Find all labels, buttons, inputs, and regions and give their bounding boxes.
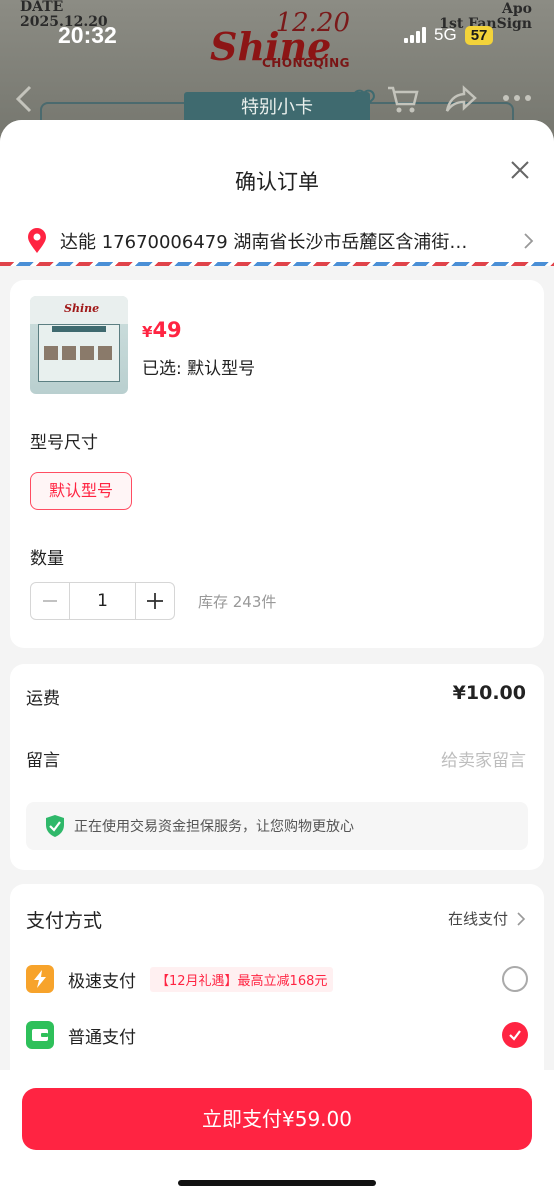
price-symbol: ¥	[142, 323, 153, 341]
order-details-card: 运费 ¥10.00 留言 给卖家留言 正在使用交易资金担保服务，让您购物更放心	[10, 664, 544, 870]
payment-option-express[interactable]: 极速支付 【12月礼遇】最高立减168元	[26, 962, 528, 996]
wallet-icon	[26, 1021, 54, 1049]
lightning-icon	[26, 965, 54, 993]
message-input[interactable]: 给卖家留言	[441, 746, 526, 771]
payment-method-selector[interactable]: 在线支付	[448, 908, 526, 929]
checkmark-icon	[509, 1030, 521, 1041]
sheet-title: 确认订单	[235, 170, 319, 194]
address-border-stripe	[0, 262, 554, 266]
chevron-right-icon	[524, 233, 534, 249]
status-indicators: 5G 57	[404, 25, 494, 45]
event-logo: 12.20 Shine CHONGQING	[210, 8, 350, 70]
payment-option-normal[interactable]: 普通支付	[26, 1018, 528, 1052]
payment-method-value: 在线支付	[447, 910, 508, 928]
bg-artist: Apo	[502, 1, 532, 17]
back-icon[interactable]	[14, 84, 34, 114]
quantity-value[interactable]: 1	[69, 583, 136, 619]
guarantee-notice: 正在使用交易资金担保服务，让您购物更放心	[26, 802, 528, 850]
cart-icon[interactable]	[386, 84, 420, 114]
shipping-fee-label: 运费	[26, 689, 60, 709]
product-card: Shine ¥49 已选: 默认型号 型号尺寸 默认型号 数量 1 库存 243…	[10, 280, 544, 648]
home-indicator[interactable]	[178, 1180, 376, 1186]
payment-title: 支付方式	[26, 910, 103, 932]
quantity-label: 数量	[30, 549, 64, 569]
pay-now-button[interactable]: 立即支付¥59.00	[22, 1088, 532, 1150]
close-icon[interactable]	[506, 156, 534, 184]
battery-indicator: 57	[464, 25, 494, 45]
status-time: 20:32	[58, 22, 117, 48]
increase-button[interactable]	[136, 583, 174, 619]
address-row[interactable]: 达能 17670006479 湖南省长沙市岳麓区含浦街…	[0, 220, 554, 262]
product-thumbnail[interactable]: Shine	[30, 296, 128, 394]
product-price: ¥49	[142, 318, 182, 342]
network-type: 5G	[434, 25, 457, 44]
signal-icon	[404, 27, 426, 43]
size-label: 型号尺寸	[30, 433, 98, 453]
payment-card: 支付方式 在线支付 极速支付 【12月礼遇】最高立减168元 普通支付	[10, 884, 544, 1094]
bg-date-label: DATE	[20, 0, 64, 15]
chevron-right-icon	[517, 911, 526, 926]
thumb-logo: Shine	[64, 302, 100, 315]
share-icon[interactable]	[444, 84, 478, 114]
guarantee-text: 正在使用交易资金担保服务，让您购物更放心	[74, 819, 354, 835]
payment-option-name: 极速支付	[68, 971, 136, 992]
sheet-header: 确认订单	[0, 120, 554, 230]
variant-option-default[interactable]: 默认型号	[30, 472, 132, 510]
radio-unselected[interactable]	[502, 966, 528, 992]
confirm-order-sheet: 确认订单 达能 17670006479 湖南省长沙市岳麓区含浦街… Shine …	[0, 120, 554, 1200]
logo-city: CHONGQING	[262, 56, 351, 70]
payment-option-name: 普通支付	[68, 1027, 136, 1048]
decrease-button[interactable]	[31, 583, 69, 619]
shipping-fee-value: ¥10.00	[452, 682, 526, 704]
plus-icon	[147, 593, 163, 609]
address-text: 达能 17670006479 湖南省长沙市岳麓区含浦街…	[60, 232, 468, 253]
promo-badge: 【12月礼遇】最高立减168元	[150, 966, 334, 992]
location-pin-icon	[28, 228, 46, 253]
background-page: DATE 2025.12.20 Apo 1st FanSign 12.20 Sh…	[0, 0, 554, 130]
selected-variant-text: 已选: 默认型号	[142, 359, 256, 379]
stock-text: 库存 243件	[198, 593, 277, 611]
checkout-footer: 立即支付¥59.00	[0, 1070, 554, 1200]
shield-check-icon	[46, 815, 64, 837]
minus-icon	[43, 600, 57, 602]
radio-selected[interactable]	[502, 1022, 528, 1048]
price-value: 49	[152, 318, 182, 342]
heart-icon	[353, 89, 375, 110]
message-label: 留言	[26, 751, 60, 771]
more-icon[interactable]	[502, 94, 532, 102]
quantity-stepper: 1	[30, 582, 175, 620]
